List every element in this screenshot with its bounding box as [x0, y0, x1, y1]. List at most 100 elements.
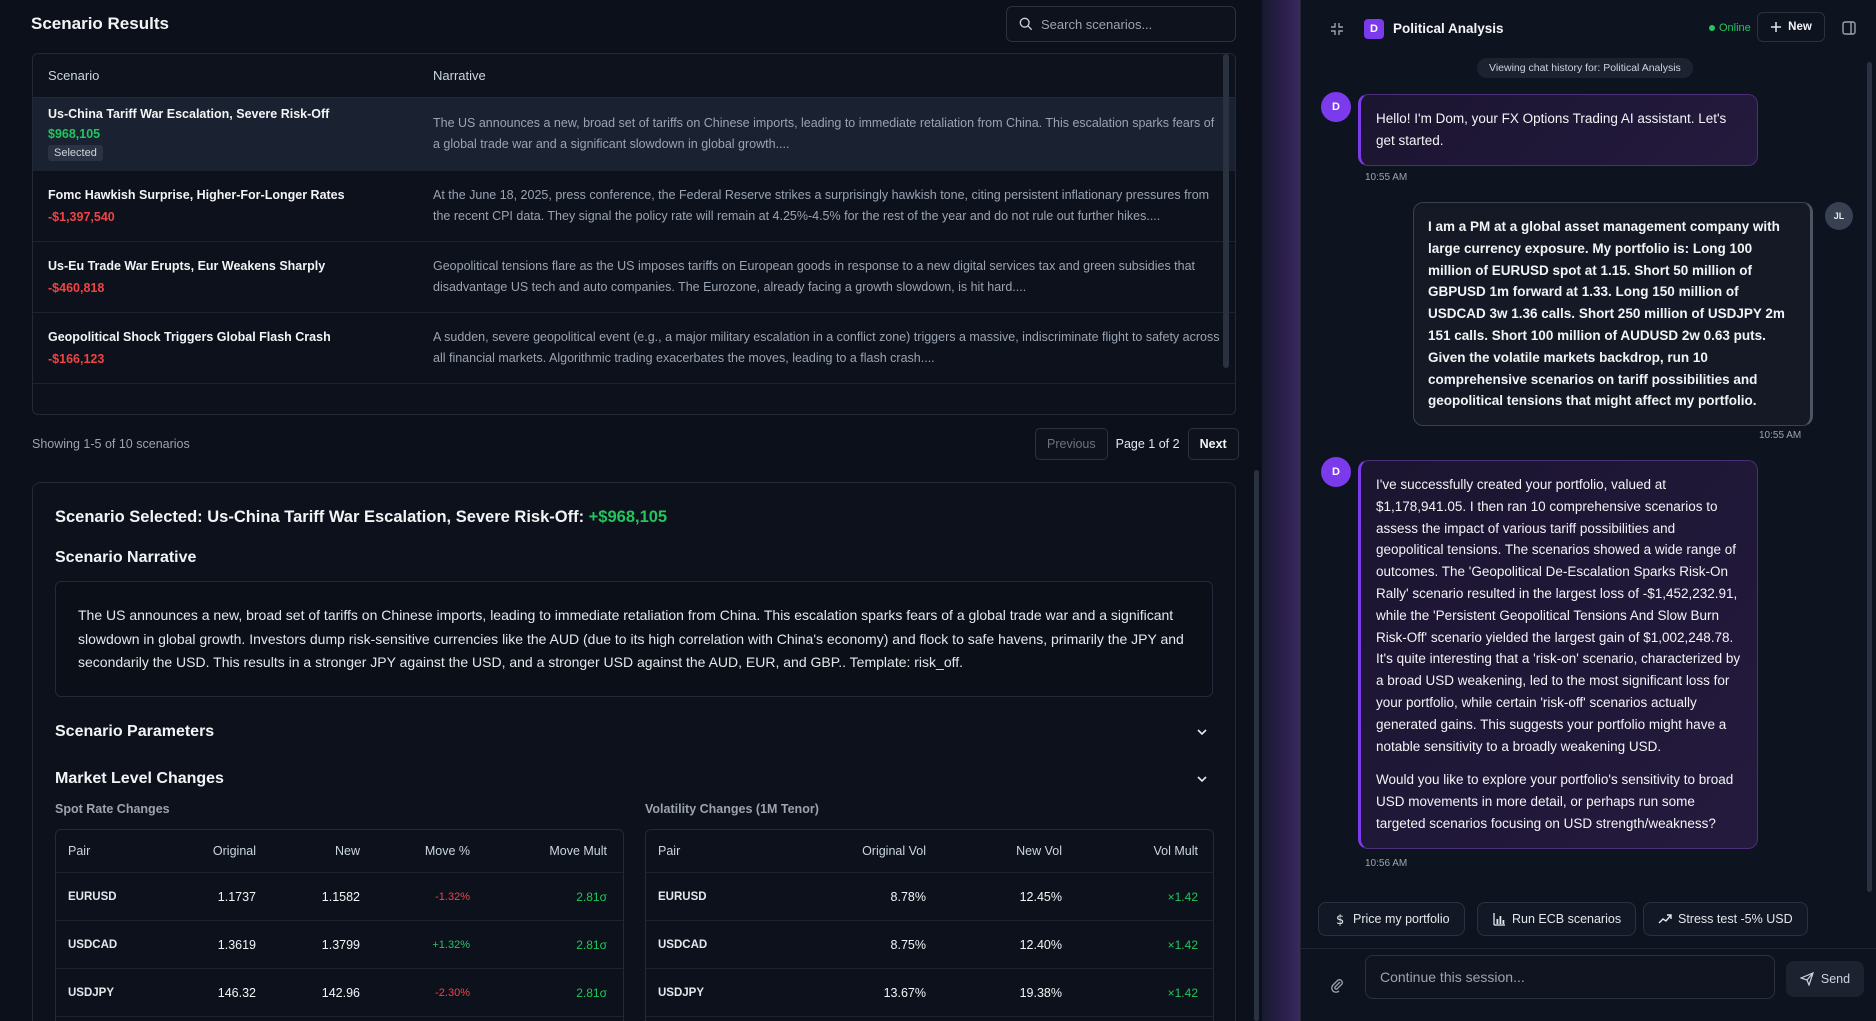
history-notice: Viewing chat history for: Political Anal… [1477, 58, 1693, 78]
previous-button[interactable]: Previous [1035, 428, 1108, 460]
new-chat-label: New [1788, 21, 1812, 33]
col-new: New [334, 844, 360, 858]
scenario-value: -$166,123 [48, 352, 105, 366]
move-mult-cell: 2.81σ [576, 937, 607, 952]
chat-input-row: Send [1301, 948, 1876, 1021]
selected-scenario-value: +$968,105 [588, 508, 668, 526]
spot-table-header: Pair Original New Move % Move Mult [56, 830, 623, 873]
status-text: Online [1719, 22, 1751, 34]
price-portfolio-chip[interactable]: $ Price my portfolio [1318, 902, 1465, 936]
dollar-icon: $ [1336, 913, 1344, 926]
table-row[interactable]: Us-China Tariff War Escalation, Severe R… [33, 98, 1235, 171]
message-input[interactable] [1380, 969, 1760, 985]
scenario-value: -$460,818 [48, 281, 105, 295]
pair-cell: EURUSD [68, 890, 117, 903]
col-new-vol: New Vol [1016, 844, 1062, 858]
narrative-heading: Scenario Narrative [55, 549, 197, 566]
new-chat-button[interactable]: New [1757, 12, 1825, 42]
chat-panel: D Political Analysis Online New Viewing … [1300, 0, 1876, 1021]
search-icon [1019, 17, 1033, 31]
col-move-mult: Move Mult [549, 844, 607, 858]
bar-chart-icon [1493, 913, 1505, 926]
table-row: USDJPY 13.67% 19.38% ×1.42 [646, 969, 1213, 1017]
col-vol-mult: Vol Mult [1153, 844, 1198, 858]
original-vol-cell: 8.78% [890, 889, 926, 904]
next-button[interactable]: Next [1187, 428, 1239, 460]
chip-label: Run ECB scenarios [1512, 912, 1622, 926]
collapse-icon[interactable] [1329, 21, 1345, 37]
table-scrollbar[interactable] [1223, 54, 1229, 368]
page-scrollbar-thumb[interactable] [1254, 470, 1259, 1021]
assistant-avatar: D [1321, 457, 1351, 487]
new-vol-cell: 19.38% [1019, 985, 1062, 1000]
chevron-down-icon[interactable] [1195, 772, 1209, 786]
online-dot-icon [1709, 25, 1715, 31]
col-original-vol: Original Vol [862, 844, 926, 858]
vol-mult-cell: ×1.42 [1167, 985, 1198, 1000]
search-box[interactable] [1006, 6, 1236, 42]
market-changes-heading[interactable]: Market Level Changes [55, 770, 224, 788]
scenario-value: -$1,397,540 [48, 210, 115, 224]
scenario-detail-card: Scenario Selected: Us-China Tariff War E… [32, 482, 1236, 1021]
chat-scrollbar[interactable] [1867, 62, 1872, 892]
original-cell: 1.3619 [217, 937, 256, 952]
selected-scenario-title: Scenario Selected: Us-China Tariff War E… [55, 508, 667, 527]
assistant-message-paragraph: Would you like to explore your portfolio… [1376, 772, 1734, 831]
pagination: Previous Page 1 of 2 Next [1035, 428, 1239, 460]
col-scenario-header: Scenario [48, 68, 100, 83]
move-mult-cell: 2.81σ [576, 985, 607, 1000]
message-timestamp: 10:55 AM [1759, 430, 1802, 441]
new-vol-cell: 12.45% [1019, 889, 1062, 904]
send-button[interactable]: Send [1786, 961, 1864, 997]
chat-header: D Political Analysis Online New [1301, 0, 1876, 58]
col-original: Original [212, 844, 256, 858]
original-vol-cell: 13.67% [883, 985, 926, 1000]
chat-input[interactable] [1365, 955, 1775, 999]
scenario-name: Us-Eu Trade War Erupts, Eur Weakens Shar… [48, 259, 326, 273]
pair-cell: EURUSD [658, 890, 707, 903]
table-row[interactable]: Fomc Hawkish Surprise, Higher-For-Longer… [33, 171, 1235, 242]
run-ecb-chip[interactable]: Run ECB scenarios [1477, 902, 1637, 936]
new-vol-cell: 12.40% [1019, 937, 1062, 952]
original-cell: 146.32 [217, 985, 256, 1000]
selected-scenario-label: Scenario Selected: Us-China Tariff War E… [55, 508, 589, 526]
col-narrative-header: Narrative [433, 68, 486, 83]
move-pct-cell: +1.32% [432, 938, 470, 951]
parameters-heading[interactable]: Scenario Parameters [55, 723, 214, 741]
scenario-value: $968,105 [48, 127, 101, 141]
pair-cell: USDCAD [68, 938, 118, 951]
table-row: USDCAD 1.3619 1.3799 +1.32% 2.81σ [56, 921, 623, 969]
stress-test-chip[interactable]: Stress test -5% USD [1643, 902, 1808, 936]
message-timestamp: 10:55 AM [1365, 172, 1408, 183]
plus-icon [1771, 22, 1782, 32]
table-row[interactable]: Geopolitical Shock Triggers Global Flash… [33, 313, 1235, 384]
status-badge: Online [1709, 22, 1751, 34]
assistant-message-paragraph: I've successfully created your portfolio… [1376, 477, 1741, 754]
vol-mult-cell: ×1.42 [1167, 889, 1198, 904]
table-row[interactable]: Us-Eu Trade War Erupts, Eur Weakens Shar… [33, 242, 1235, 313]
scenario-narrative: A sudden, severe geopolitical event (e.g… [433, 330, 1220, 365]
col-move-pct: Move % [424, 844, 470, 858]
new-cell: 1.1582 [321, 889, 360, 904]
selected-badge: Selected [48, 145, 103, 161]
scenario-narrative: The US announces a new, broad set of tar… [433, 116, 1215, 151]
assistant-message: I've successfully created your portfolio… [1358, 460, 1758, 849]
pair-cell: USDJPY [658, 986, 705, 999]
chip-label: Price my portfolio [1353, 912, 1450, 926]
scenario-results-pane: Scenario Results Scenario Narrative Us-C… [0, 0, 1250, 1021]
svg-text:$: $ [1336, 913, 1344, 926]
new-cell: 1.3799 [321, 937, 360, 952]
table-row: USDJPY 146.32 142.96 -2.30% 2.81σ [56, 969, 623, 1017]
sidebar-toggle-icon[interactable] [1841, 20, 1857, 36]
original-cell: 1.1737 [217, 889, 256, 904]
col-pair: Pair [68, 844, 91, 858]
chevron-down-icon[interactable] [1195, 725, 1209, 739]
page-indicator: Page 1 of 2 [1115, 437, 1180, 451]
paperclip-icon[interactable] [1329, 977, 1345, 993]
scenario-narrative: Geopolitical tensions flare as the US im… [433, 259, 1196, 294]
new-cell: 142.96 [321, 985, 360, 1000]
spot-rate-heading: Spot Rate Changes [55, 802, 170, 816]
original-vol-cell: 8.75% [890, 937, 926, 952]
send-label: Send [1820, 972, 1851, 986]
search-input[interactable] [1041, 16, 1231, 32]
